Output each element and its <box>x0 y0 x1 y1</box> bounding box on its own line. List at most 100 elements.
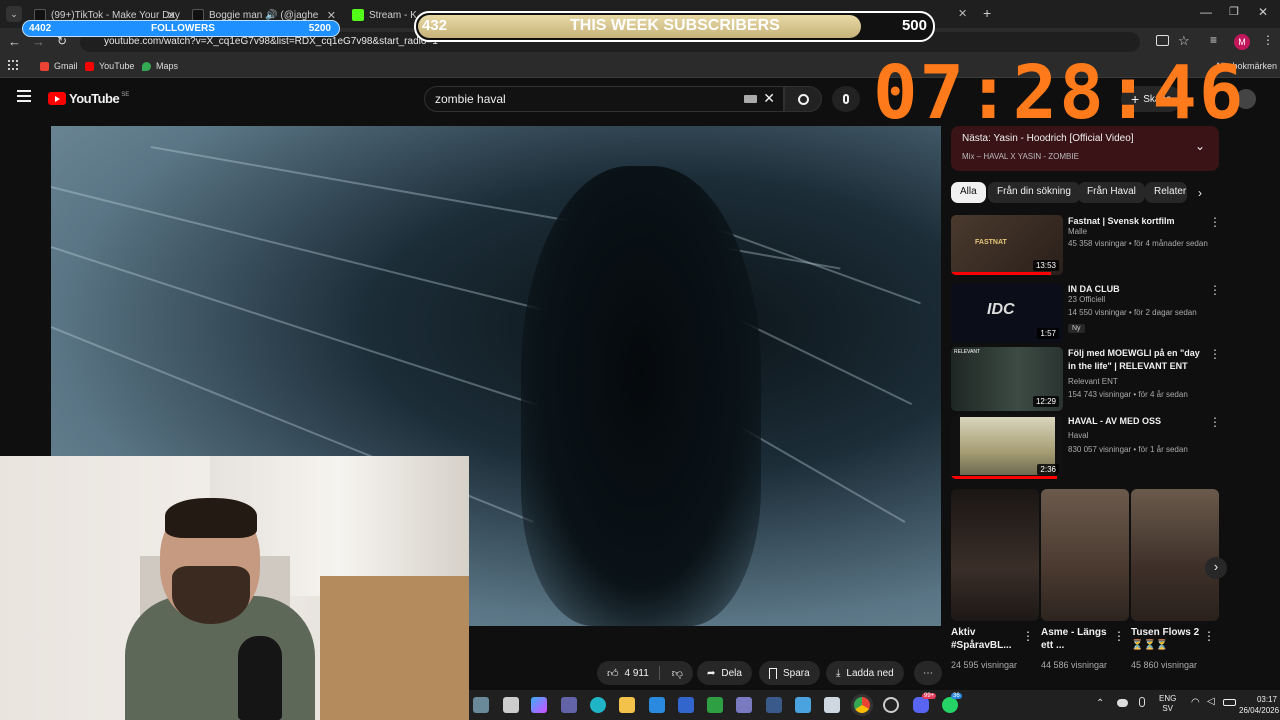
video-thumbnail[interactable]: IDC 1:57 <box>951 283 1063 343</box>
minimize-button[interactable]: — <box>1200 5 1212 19</box>
shield-icon[interactable] <box>707 697 723 713</box>
bookmark-star-icon[interactable]: ☆ <box>1178 33 1190 49</box>
channel-name[interactable]: Relevant ENT <box>1068 377 1118 386</box>
cloud-icon[interactable] <box>1117 699 1128 707</box>
share-button[interactable]: ➦ Dela <box>697 661 752 685</box>
url-text: youtube.com/watch?v=X_cq1eG7v98&list=RDX… <box>104 36 438 47</box>
short-thumbnail[interactable] <box>1131 489 1219 621</box>
video-title[interactable]: HAVAL - AV MED OSS <box>1068 415 1208 428</box>
more-icon[interactable]: ⋮ <box>1209 283 1221 297</box>
like-button[interactable]: 👍︎ 4 911 👎︎ <box>597 661 693 685</box>
chip-related[interactable]: Relater <box>1145 182 1187 203</box>
tab-close-button[interactable]: ✕ <box>958 7 967 20</box>
chip-all[interactable]: Alla <box>951 182 986 203</box>
search-icon <box>797 93 809 105</box>
teams-icon[interactable] <box>561 697 577 713</box>
search-input[interactable]: zombie haval ✕ <box>424 86 784 112</box>
short-thumbnail[interactable] <box>951 489 1039 621</box>
windows-taskbar: 99+ 36 ⌃ ENG SV ◠ ◁ 03:17 26/04/2026 <box>469 690 1280 720</box>
short-thumbnail[interactable] <box>1041 489 1129 621</box>
window-close-button[interactable]: ✕ <box>1258 5 1268 19</box>
vs-code-icon[interactable] <box>766 697 782 713</box>
widgets-icon[interactable] <box>473 697 489 713</box>
video-meta: 14 550 visningar • för 2 dagar sedan <box>1068 308 1197 317</box>
menu-icon[interactable] <box>17 90 31 102</box>
folder-icon[interactable] <box>619 697 635 713</box>
bookmark-icon <box>769 667 777 679</box>
search-button[interactable] <box>784 86 822 112</box>
install-icon[interactable] <box>1156 35 1169 46</box>
save-button[interactable]: Spara <box>759 661 820 685</box>
video-title[interactable]: Fastnat | Svensk kortfilm <box>1068 215 1208 228</box>
bookmark-youtube[interactable]: YouTube <box>85 61 134 71</box>
media-controls-icon[interactable]: ≡ <box>1210 33 1217 47</box>
obs-icon[interactable] <box>883 697 899 713</box>
video-thumbnail[interactable]: FASTNAT 13:53 <box>951 215 1063 275</box>
keyboard-icon[interactable] <box>744 95 757 103</box>
youtube-logo[interactable]: YouTube SE <box>48 91 129 106</box>
mail-icon[interactable] <box>824 697 840 713</box>
download-button[interactable]: ⤓ Ladda ned <box>826 661 904 685</box>
volume-icon[interactable]: ◁ <box>1207 696 1215 707</box>
video-thumbnail[interactable]: RELEVANT 12:29 <box>951 347 1063 411</box>
bookmark-maps[interactable]: Maps <box>142 61 178 71</box>
tab-search-button[interactable]: ⌄ <box>6 6 22 22</box>
more-icon[interactable]: ⋮ <box>1113 629 1125 643</box>
duration-badge: 12:29 <box>1032 396 1059 407</box>
video-title[interactable]: Följ med MOEWGLI på en "day in the life"… <box>1068 347 1208 373</box>
back-button[interactable]: ← <box>8 34 21 49</box>
chip-from-search[interactable]: Från din sökning <box>988 182 1080 203</box>
taskbar-time: 03:17 <box>1256 695 1277 704</box>
more-icon[interactable]: ⋮ <box>1022 629 1034 643</box>
bookmark-gmail[interactable]: Gmail <box>40 61 78 71</box>
chip-from-haval[interactable]: Från Haval <box>1078 182 1145 203</box>
voice-search-button[interactable] <box>832 86 860 112</box>
profile-avatar[interactable]: M <box>1234 34 1250 50</box>
browser-menu-icon[interactable]: ⋮ <box>1262 33 1274 47</box>
copilot-icon[interactable] <box>531 697 547 713</box>
maximize-button[interactable]: ❐ <box>1229 5 1239 18</box>
battery-icon[interactable] <box>1223 699 1236 706</box>
more-icon[interactable]: ⋮ <box>1203 629 1215 643</box>
new-badge: Ny <box>1068 324 1085 333</box>
new-tab-button[interactable]: + <box>983 5 991 21</box>
recommendation-item[interactable]: 2:36 HAVAL - AV MED OSS Haval 830 057 vi… <box>951 415 1221 479</box>
apps-grid-icon[interactable] <box>8 60 18 70</box>
more-icon[interactable]: ⋮ <box>1209 215 1221 229</box>
wifi-icon[interactable]: ◠ <box>1191 697 1200 708</box>
short-title[interactable]: Asme - Längs ett ... <box>1041 626 1111 652</box>
file-icon[interactable] <box>503 697 519 713</box>
app-icon[interactable] <box>678 697 694 713</box>
video-thumbnail[interactable]: 2:36 <box>951 415 1063 479</box>
chevron-down-icon[interactable]: ⌄ <box>1195 139 1205 153</box>
channel-name[interactable]: Malle <box>1068 227 1087 236</box>
tab-kick[interactable]: Stream - Kick D <box>346 4 416 26</box>
more-actions-button[interactable]: ⋯ <box>914 661 942 685</box>
more-icon[interactable]: ⋮ <box>1209 347 1221 361</box>
chevron-right-icon[interactable]: › <box>1205 557 1227 579</box>
clock-area[interactable]: 03:17 26/04/2026 <box>1239 694 1279 716</box>
store-icon[interactable] <box>649 697 665 713</box>
channel-name[interactable]: 23 Officiell <box>1068 295 1105 304</box>
chevron-up-icon[interactable]: ⌃ <box>1096 698 1104 709</box>
short-title[interactable]: Aktiv #SpåravBL... <box>951 626 1021 652</box>
more-icon[interactable]: ⋮ <box>1209 415 1221 429</box>
input-language[interactable]: ENG SV <box>1159 694 1176 714</box>
whatsapp-icon[interactable] <box>942 697 958 713</box>
recommendation-item[interactable]: RELEVANT 12:29 Följ med MOEWGLI på en "d… <box>951 347 1221 411</box>
app-icon[interactable] <box>736 697 752 713</box>
channel-name[interactable]: Haval <box>1068 431 1088 440</box>
chrome-icon[interactable] <box>854 697 870 713</box>
notification-badge: 36 <box>951 693 962 699</box>
edge-icon[interactable] <box>590 697 606 713</box>
recommendation-item[interactable]: FASTNAT 13:53 Fastnat | Svensk kortfilm … <box>951 215 1221 275</box>
chevron-right-icon[interactable]: › <box>1198 186 1202 200</box>
recommendation-item[interactable]: IDC 1:57 IN DA CLUB 23 Officiell 14 550 … <box>951 283 1221 343</box>
discord-icon[interactable] <box>913 697 929 713</box>
thumbs-down-icon[interactable]: 👎︎ <box>672 667 683 680</box>
photos-icon[interactable] <box>795 697 811 713</box>
short-title[interactable]: Tusen Flows 2⏳⏳⏳ <box>1131 626 1201 652</box>
more-icon: ⋯ <box>923 667 933 679</box>
microphone-icon[interactable] <box>1139 697 1145 707</box>
clear-search-icon[interactable]: ✕ <box>763 90 775 107</box>
